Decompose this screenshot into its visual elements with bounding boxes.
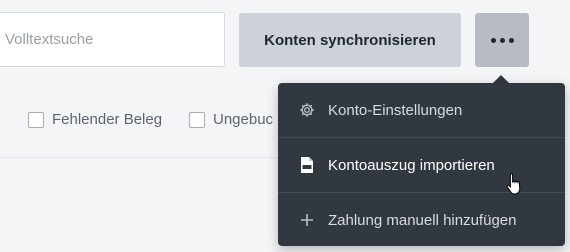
menu-item-label: Kontoauszug importieren [328,156,495,174]
menu-item-add-payment[interactable]: Zahlung manuell hinzufügen [278,193,565,247]
search-field[interactable] [0,12,225,67]
filter-unbooked[interactable]: Ungebuc [189,111,273,128]
menu-item-account-settings[interactable]: Konto-Einstellungen [278,83,565,137]
sync-accounts-button[interactable]: Konten synchronisieren [239,13,461,67]
csv-file-icon [298,156,316,174]
gear-icon [298,101,316,119]
more-dot [508,37,514,43]
menu-item-label: Konto-Einstellungen [328,101,463,119]
filter-label: Fehlender Beleg [52,111,163,128]
more-dot [499,37,505,43]
filter-checkbox[interactable] [28,111,44,128]
sync-accounts-label: Konten synchronisieren [264,31,436,49]
filter-checkbox[interactable] [189,111,205,128]
divider [0,157,290,158]
menu-item-label: Zahlung manuell hinzufügen [328,211,517,229]
search-input[interactable] [3,30,224,49]
filter-missing-receipt[interactable]: Fehlender Beleg [28,111,162,128]
more-options-button[interactable] [475,13,529,67]
filter-label: Ungebuc [213,111,274,128]
hand-cursor-icon [506,172,524,201]
dropdown-menu: Konto-Einstellungen Kontoauszug importie… [278,83,565,246]
plus-icon [298,211,316,229]
more-horizontal-icon [490,37,496,43]
